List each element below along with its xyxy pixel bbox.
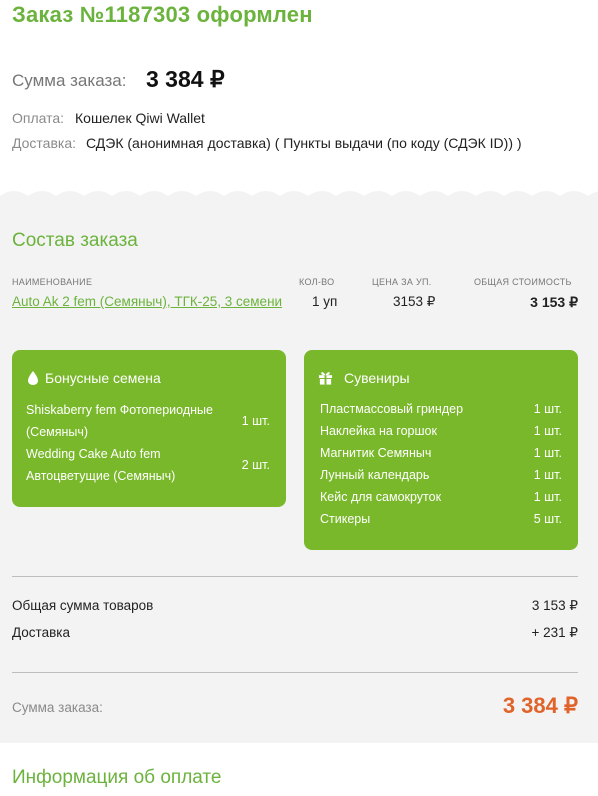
gift-icon bbox=[318, 372, 333, 385]
souvenir-item-name: Стикеры bbox=[320, 512, 371, 526]
product-price: 3153 ₽ bbox=[393, 294, 436, 309]
seed-drop-icon bbox=[28, 371, 38, 385]
column-header-price: ЦЕНА ЗА УП. bbox=[372, 277, 432, 287]
final-sum-label: Сумма заказа: bbox=[12, 700, 103, 715]
souvenir-item-name: Наклейка на горшок bbox=[320, 424, 437, 438]
order-sum-value: 3 384 ₽ bbox=[146, 66, 225, 92]
delivery-cost-value: + 231 ₽ bbox=[531, 625, 579, 640]
divider bbox=[12, 672, 578, 673]
divider bbox=[12, 576, 578, 577]
delivery-label: Доставка: bbox=[12, 135, 77, 151]
bonus-item-name: Shiskaberry fem Фотопериодные (Семяныч) bbox=[26, 399, 213, 443]
payment-info-title: Информация об оплате bbox=[12, 767, 222, 788]
column-header-total: ОБЩАЯ СТОИМОСТЬ bbox=[474, 277, 572, 287]
souvenir-item-name: Лунный календарь bbox=[320, 468, 430, 482]
souvenir-item-qty: 1 шт. bbox=[533, 468, 562, 482]
wave-divider bbox=[0, 191, 598, 204]
souvenir-item-qty: 5 шт. bbox=[533, 512, 562, 526]
product-link[interactable]: Auto Ak 2 fem (Семяныч), ТГК-25, 3 семен… bbox=[12, 294, 282, 309]
bonus-item-name-line1: Wedding Cake Auto fem bbox=[26, 447, 161, 461]
bonus-item-name-line2: (Семяныч) bbox=[26, 425, 89, 439]
page-title: Заказ №1187303 оформлен bbox=[12, 2, 313, 27]
souvenir-item-qty: 1 шт. bbox=[533, 402, 562, 416]
delivery-value: СДЭК (анонимная доставка) ( Пункты выдач… bbox=[86, 135, 522, 151]
delivery-cost-label: Доставка bbox=[12, 625, 70, 640]
souvenirs-card: Сувениры Пластмассовый гриндер 1 шт. Нак… bbox=[304, 350, 578, 550]
souvenir-item-name: Магнитик Семяныч bbox=[320, 446, 432, 460]
order-composition-title: Состав заказа bbox=[12, 230, 138, 251]
bonus-item-qty: 2 шт. bbox=[241, 458, 270, 472]
souvenir-item-qty: 1 шт. bbox=[533, 424, 562, 438]
goods-total-value: 3 153 ₽ bbox=[531, 598, 578, 613]
column-header-qty: КОЛ-ВО bbox=[299, 277, 335, 287]
final-sum-value: 3 384 ₽ bbox=[502, 693, 578, 718]
bonus-seeds-card: Бонусные семена Shiskaberry fem Фотопери… bbox=[12, 350, 286, 507]
bonus-item-qty: 1 шт. bbox=[241, 414, 270, 428]
souvenir-item-name: Кейс для самокруток bbox=[320, 490, 442, 504]
souvenir-item-qty: 1 шт. bbox=[533, 490, 562, 504]
product-total: 3 153 ₽ bbox=[530, 294, 578, 310]
souvenir-item-qty: 1 шт. bbox=[533, 446, 562, 460]
column-header-name: НАИМЕНОВАНИЕ bbox=[12, 277, 93, 287]
order-sum-label: Сумма заказа: bbox=[12, 71, 127, 90]
goods-total-label: Общая сумма товаров bbox=[12, 598, 154, 613]
product-qty: 1 уп bbox=[312, 294, 338, 309]
bonus-item-name-line1: Shiskaberry fem Фотопериодные bbox=[26, 403, 213, 417]
souvenir-item-name: Пластмассовый гриндер bbox=[320, 402, 464, 416]
payment-value: Кошелек Qiwi Wallet bbox=[75, 110, 205, 126]
payment-label: Оплата: bbox=[12, 110, 65, 126]
bonus-seeds-title: Бонусные семена bbox=[45, 370, 161, 386]
bonus-item-name: Wedding Cake Auto fem Автоцветущие (Семя… bbox=[26, 443, 175, 487]
bonus-item-name-line2: Автоцветущие (Семяныч) bbox=[26, 469, 176, 483]
souvenirs-title: Сувениры bbox=[344, 370, 410, 386]
